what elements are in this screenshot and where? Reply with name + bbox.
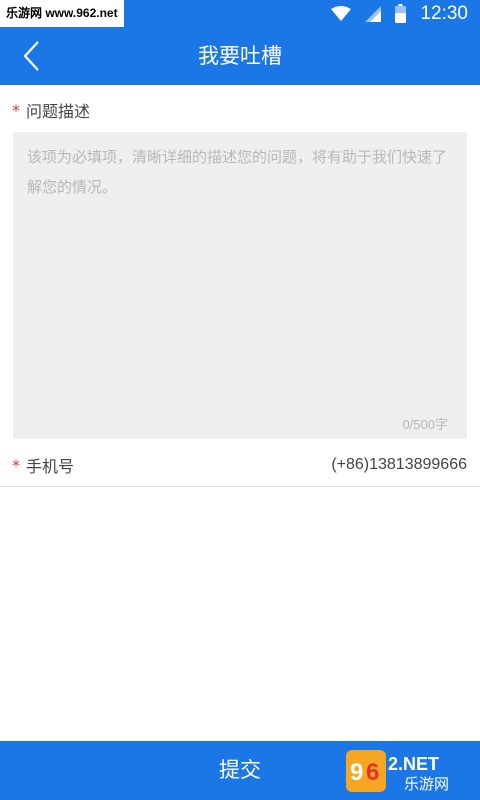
description-label-row: * 问题描述 xyxy=(12,96,90,124)
wifi-icon xyxy=(331,5,352,21)
description-label: 问题描述 xyxy=(26,102,91,121)
description-input[interactable] xyxy=(13,132,467,439)
svg-text:乐游网: 乐游网 xyxy=(404,775,449,793)
site-badge-logo: 9 6 2.NET 乐游网 xyxy=(344,748,474,794)
phone-value[interactable]: (+86)13813899666 xyxy=(331,445,467,485)
watermark-label: 乐游网 www.962.net xyxy=(0,0,124,27)
svg-text:2.NET: 2.NET xyxy=(388,754,439,774)
signal-icon xyxy=(365,5,382,22)
clock: 12:30 xyxy=(420,3,468,24)
status-bar: 乐游网 www.962.net 12:30 xyxy=(0,0,480,27)
phone-label: 手机号 xyxy=(26,457,75,476)
character-counter: 0/500字 xyxy=(402,417,448,432)
required-mark: * xyxy=(12,100,20,120)
battery-icon xyxy=(395,4,407,23)
required-mark: * xyxy=(12,455,20,475)
phone-label-row: * 手机号 xyxy=(12,445,74,485)
phone-row[interactable]: * 手机号 (+86)13813899666 xyxy=(0,445,480,487)
header-bar: 我要吐槽 xyxy=(0,27,480,85)
page-title: 我要吐槽 xyxy=(198,44,282,68)
svg-text:9: 9 xyxy=(350,759,363,786)
svg-text:6: 6 xyxy=(366,759,379,786)
status-icons: 12:30 xyxy=(331,0,468,27)
